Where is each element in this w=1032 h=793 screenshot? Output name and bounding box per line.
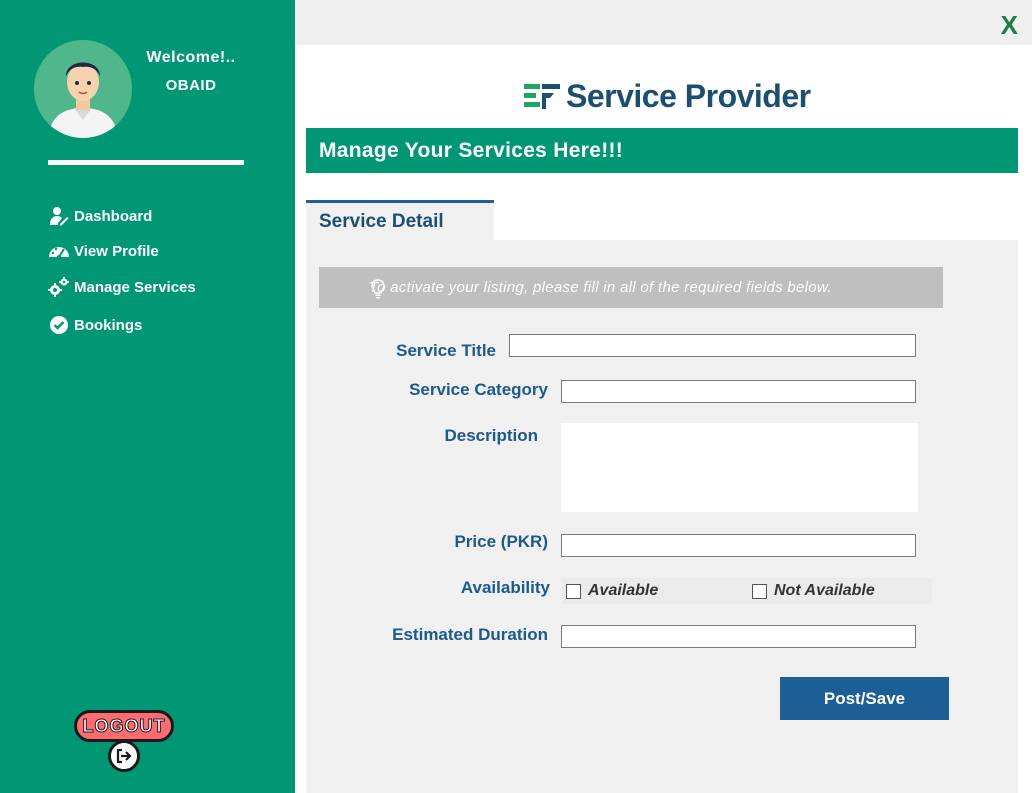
title-bar: X bbox=[295, 0, 1032, 45]
estimated-duration-input[interactable] bbox=[561, 625, 916, 648]
availability-label: Availability bbox=[460, 578, 550, 597]
description-textarea[interactable] bbox=[561, 423, 918, 512]
sidebar-item-label: Dashboard bbox=[74, 207, 153, 225]
description-label: Description bbox=[444, 426, 538, 445]
not-available-checkbox[interactable]: Not Available bbox=[752, 582, 875, 600]
post-save-button[interactable]: Post/Save bbox=[780, 677, 949, 720]
logout-label: LOGOUT bbox=[82, 715, 166, 736]
not-available-label: Not Available bbox=[774, 582, 875, 599]
brand-name: Service Provider bbox=[566, 77, 811, 114]
notice-text: To activate your listing, please fill in… bbox=[369, 279, 832, 296]
brand-logo: Service Provider bbox=[524, 76, 811, 116]
sidebar-item-label: Manage Services bbox=[74, 278, 196, 296]
user-edit-icon bbox=[48, 205, 70, 227]
available-checkbox[interactable]: Available bbox=[566, 582, 658, 600]
page-title: Manage Your Services Here!!! bbox=[319, 138, 624, 162]
lightbulb-icon bbox=[371, 279, 385, 303]
info-notice: To activate your listing, please fill in… bbox=[319, 267, 943, 308]
check-circle-icon bbox=[48, 314, 70, 336]
sidebar-item-label: Bookings bbox=[74, 316, 143, 334]
sidebar-item-bookings[interactable]: Bookings bbox=[48, 313, 142, 337]
sidebar-item-manage-services[interactable]: Manage Services bbox=[48, 275, 196, 299]
checkbox-box bbox=[566, 583, 581, 599]
service-title-label: Service Title bbox=[396, 341, 496, 360]
service-category-input[interactable] bbox=[561, 380, 916, 403]
price-input[interactable] bbox=[561, 534, 916, 557]
available-label: Available bbox=[588, 582, 659, 599]
logout-button[interactable]: LOGOUT bbox=[74, 710, 174, 774]
sidebar-item-dashboard[interactable]: Dashboard bbox=[48, 204, 152, 228]
service-provider-logo-icon bbox=[524, 82, 562, 110]
avatar bbox=[34, 40, 132, 138]
service-category-label: Service Category bbox=[409, 380, 548, 399]
estimated-duration-label: Estimated Duration bbox=[392, 625, 548, 644]
sidebar-item-view-profile[interactable]: View Profile bbox=[48, 239, 159, 263]
price-label: Price (PKR) bbox=[454, 532, 548, 551]
tab-label: Service Detail bbox=[319, 211, 444, 232]
gauge-icon bbox=[48, 240, 70, 262]
exit-icon bbox=[108, 740, 140, 772]
username: OBAID bbox=[165, 77, 217, 94]
welcome-text: Welcome!.. bbox=[146, 49, 236, 66]
app-window: Welcome!.. OBAID Dashboard View Profile … bbox=[0, 0, 1032, 793]
service-title-input[interactable] bbox=[509, 334, 916, 357]
gears-icon bbox=[48, 276, 70, 298]
sidebar-item-label: View Profile bbox=[74, 242, 159, 260]
tab-service-detail[interactable]: Service Detail bbox=[306, 200, 494, 241]
sidebar: Welcome!.. OBAID Dashboard View Profile … bbox=[0, 0, 295, 793]
checkbox-box bbox=[752, 583, 767, 599]
logout-pill: LOGOUT bbox=[74, 710, 174, 742]
sidebar-divider bbox=[48, 160, 244, 165]
page-heading-bar: Manage Your Services Here!!! bbox=[306, 128, 1018, 173]
close-button[interactable]: X bbox=[1001, 10, 1018, 41]
